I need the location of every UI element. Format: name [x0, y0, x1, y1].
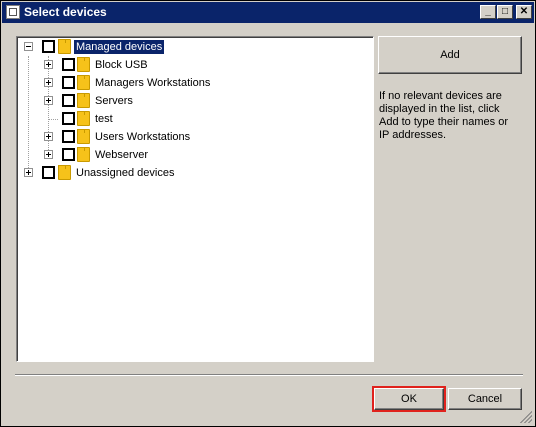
test-checkbox[interactable] [62, 112, 75, 125]
expand-toggle-icon[interactable] [44, 78, 53, 87]
tree-node-label: Users Workstations [95, 131, 191, 143]
tree-node-managers-workstations[interactable]: Managers Workstations [17, 74, 257, 92]
tree-node-test[interactable]: test [17, 110, 257, 128]
close-button[interactable]: ✕ [516, 5, 532, 19]
resize-grip-icon[interactable] [520, 411, 532, 423]
users-workstations-checkbox[interactable] [62, 130, 75, 143]
tree-node-label: Managers Workstations [95, 77, 211, 89]
window-title: Select devices [24, 5, 107, 19]
expand-toggle-icon[interactable] [44, 150, 53, 159]
tree-node-label: Webserver [95, 149, 148, 161]
collapse-toggle-icon[interactable] [24, 42, 33, 51]
servers-checkbox[interactable] [62, 94, 75, 107]
tree-node-label: Unassigned devices [76, 167, 175, 179]
tree-node-label: test [95, 113, 113, 125]
folder-icon [77, 75, 90, 90]
tree-node-webserver[interactable]: Webserver [17, 146, 257, 164]
unassigned-devices-checkbox[interactable] [42, 166, 55, 179]
device-tree[interactable]: Managed devices Block USB Managers Works… [16, 36, 374, 362]
folder-icon [77, 57, 90, 72]
folder-icon [58, 165, 71, 180]
tree-node-users-workstations[interactable]: Users Workstations [17, 128, 257, 146]
folder-icon [77, 129, 90, 144]
webserver-checkbox[interactable] [62, 148, 75, 161]
tree-node-unassigned-devices[interactable]: Unassigned devices [17, 164, 257, 182]
maximize-button[interactable]: □ [497, 5, 513, 19]
footer-separator [15, 374, 523, 376]
expand-toggle-icon[interactable] [24, 168, 33, 177]
expand-toggle-icon[interactable] [44, 132, 53, 141]
tree-node-label: Servers [95, 95, 133, 107]
managers-workstations-checkbox[interactable] [62, 76, 75, 89]
managed-devices-checkbox[interactable] [42, 40, 55, 53]
expand-toggle-icon[interactable] [44, 60, 53, 69]
folder-icon [77, 93, 90, 108]
block-usb-checkbox[interactable] [62, 58, 75, 71]
minimize-button[interactable]: _ [480, 5, 496, 19]
expand-toggle-icon[interactable] [44, 96, 53, 105]
tree-node-label: Managed devices [74, 40, 165, 54]
tree-node-label: Block USB [95, 59, 148, 71]
tree-node-block-usb[interactable]: Block USB [17, 56, 257, 74]
folder-icon [77, 111, 90, 126]
info-text: If no relevant devices are displayed in … [379, 90, 509, 141]
cancel-button[interactable]: Cancel [448, 388, 522, 410]
tree-node-servers[interactable]: Servers [17, 92, 257, 110]
folder-icon [77, 147, 90, 162]
title-bar[interactable]: Select devices _ □ ✕ [2, 2, 534, 23]
tree-node-managed-devices[interactable]: Managed devices [17, 38, 217, 56]
ok-button[interactable]: OK [374, 388, 444, 410]
app-icon [6, 5, 20, 19]
dialog-window: Select devices _ □ ✕ Managed devices Blo… [0, 0, 536, 427]
add-button[interactable]: Add [378, 36, 522, 74]
folder-icon [58, 39, 71, 54]
